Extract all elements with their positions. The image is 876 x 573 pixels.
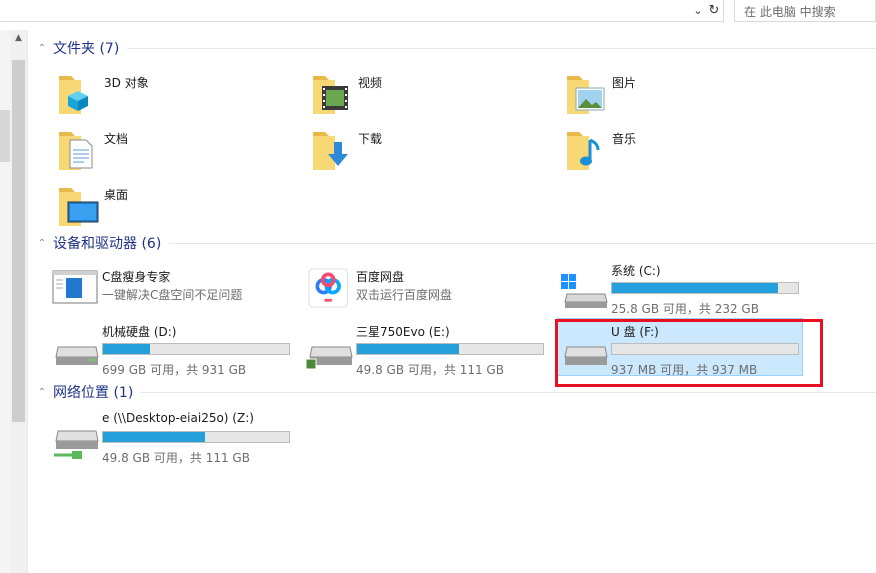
drive-usage-fill bbox=[103, 344, 150, 354]
folder-3d-objects[interactable]: 3D 对象 bbox=[56, 70, 276, 118]
refresh-icon[interactable]: ↻ bbox=[706, 3, 722, 19]
baidu-netdisk-icon bbox=[308, 268, 348, 308]
drive-space-info: 699 GB 可用，共 931 GB bbox=[102, 363, 247, 377]
network-drive-z[interactable]: e (\\Desktop-eiai25o) (Z:) 49.8 GB 可用，共 … bbox=[52, 411, 302, 471]
app-name: C盘瘦身专家 bbox=[102, 270, 171, 284]
folder-downloads[interactable]: 下载 bbox=[310, 126, 530, 174]
folder-desktop[interactable]: 桌面 bbox=[56, 182, 276, 230]
app-description: 双击运行百度网盘 bbox=[356, 288, 453, 302]
folder-pictures[interactable]: 图片 bbox=[564, 70, 784, 118]
address-bar[interactable]: ⌄ ↻ bbox=[0, 0, 724, 22]
drive-usage-bar bbox=[356, 343, 544, 355]
app-c-drive-cleaner[interactable]: C盘瘦身专家 一键解决C盘空间不足问题 bbox=[52, 268, 302, 328]
cleaner-app-icon bbox=[52, 270, 98, 304]
documents-folder-icon bbox=[59, 132, 93, 170]
scroll-up-icon[interactable]: ▲ bbox=[13, 32, 24, 44]
drive-usage-bar bbox=[102, 343, 290, 355]
chevron-collapse-icon[interactable]: ⌃ bbox=[36, 238, 48, 249]
group-title: 设备和驱动器 (6) bbox=[53, 236, 162, 252]
drive-usage-fill bbox=[612, 283, 778, 293]
folder-name: 下载 bbox=[358, 132, 383, 146]
search-placeholder: 在 此电脑 中搜索 bbox=[744, 5, 836, 19]
drive-space-info: 25.8 GB 可用，共 232 GB bbox=[611, 302, 759, 316]
search-input[interactable]: 在 此电脑 中搜索 bbox=[734, 0, 876, 22]
drive-space-info: 49.8 GB 可用，共 111 GB bbox=[356, 363, 504, 377]
drive-name: e (\\Desktop-eiai25o) (Z:) bbox=[102, 411, 254, 425]
group-title: 文件夹 (7) bbox=[53, 41, 120, 57]
folder-videos[interactable]: 视频 bbox=[310, 70, 530, 118]
drive-d[interactable]: 机械硬盘 (D:) 699 GB 可用，共 931 GB bbox=[52, 323, 302, 383]
folder-name: 3D 对象 bbox=[104, 76, 149, 90]
drive-space-info: 49.8 GB 可用，共 111 GB bbox=[102, 451, 250, 465]
drive-usage-fill bbox=[103, 432, 206, 442]
drive-e[interactable]: 三星750Evo (E:) 49.8 GB 可用，共 111 GB bbox=[306, 323, 556, 383]
drive-name: 机械硬盘 (D:) bbox=[102, 325, 177, 339]
folder-name: 视频 bbox=[358, 76, 383, 90]
vertical-scrollbar[interactable]: ▲ bbox=[10, 30, 28, 573]
group-header-devices[interactable]: ⌃ 设备和驱动器 (6) bbox=[36, 233, 876, 253]
nav-pane-scrollbar[interactable] bbox=[0, 30, 10, 573]
downloads-folder-icon bbox=[313, 132, 348, 170]
folder-name: 文档 bbox=[104, 132, 129, 146]
scrollbar-thumb[interactable] bbox=[0, 110, 10, 162]
app-description: 一键解决C盘空间不足问题 bbox=[102, 288, 243, 302]
app-baidu-netdisk[interactable]: 百度网盘 双击运行百度网盘 bbox=[306, 268, 556, 328]
3d-objects-folder-icon bbox=[59, 76, 88, 114]
hard-drive-icon bbox=[55, 346, 99, 365]
group-header-network[interactable]: ⌃ 网络位置 (1) bbox=[36, 382, 876, 402]
chevron-collapse-icon[interactable]: ⌃ bbox=[36, 387, 48, 398]
folder-music[interactable]: 音乐 bbox=[564, 126, 784, 174]
folder-name: 图片 bbox=[612, 76, 637, 90]
drive-usage-bar bbox=[611, 282, 799, 294]
group-divider bbox=[127, 47, 876, 49]
drive-usage-fill bbox=[357, 344, 460, 354]
drive-usage-bar bbox=[102, 431, 290, 443]
desktop-folder-icon bbox=[59, 188, 99, 226]
top-bar: ⌄ ↻ 在 此电脑 中搜索 bbox=[0, 0, 876, 24]
group-header-folders[interactable]: ⌃ 文件夹 (7) bbox=[36, 38, 876, 58]
annotation-red-box bbox=[555, 319, 823, 387]
group-divider bbox=[141, 391, 876, 393]
folder-documents[interactable]: 文档 bbox=[56, 126, 276, 174]
group-title: 网络位置 (1) bbox=[53, 385, 134, 401]
drive-name: 系统 (C:) bbox=[611, 264, 661, 278]
network-drive-icon bbox=[54, 430, 99, 459]
app-name: 百度网盘 bbox=[356, 270, 405, 284]
chevron-down-icon[interactable]: ⌄ bbox=[690, 3, 706, 19]
folder-name: 音乐 bbox=[612, 132, 637, 146]
folder-name: 桌面 bbox=[104, 188, 129, 202]
hard-drive-icon bbox=[306, 346, 353, 370]
drive-c[interactable]: 系统 (C:) 25.8 GB 可用，共 232 GB bbox=[561, 262, 811, 322]
scrollbar-thumb[interactable] bbox=[12, 60, 25, 422]
drive-name: 三星750Evo (E:) bbox=[356, 325, 450, 339]
pictures-folder-icon bbox=[567, 76, 605, 114]
group-divider bbox=[169, 242, 876, 244]
music-folder-icon bbox=[567, 132, 600, 170]
videos-folder-icon bbox=[313, 76, 348, 114]
system-drive-icon bbox=[561, 274, 608, 308]
chevron-collapse-icon[interactable]: ⌃ bbox=[36, 43, 48, 54]
